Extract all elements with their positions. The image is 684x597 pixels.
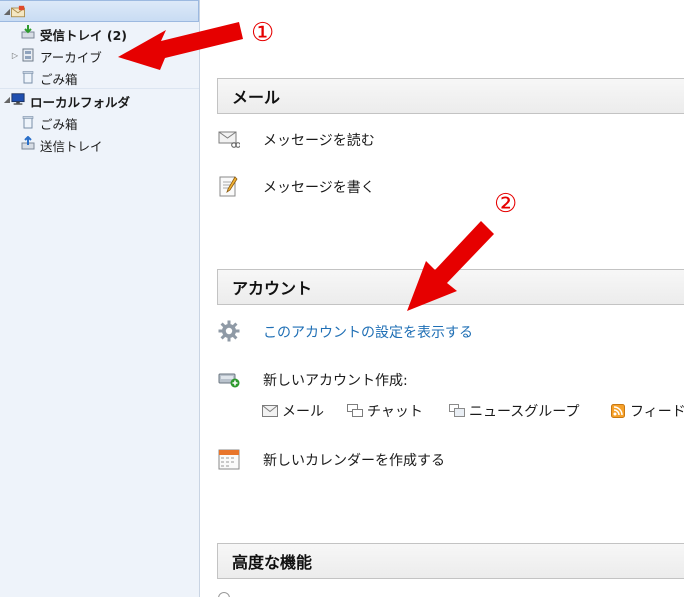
annotation-arrow-one xyxy=(118,22,243,70)
annotation-arrows xyxy=(118,22,494,311)
annotation-arrow-two xyxy=(407,221,494,311)
